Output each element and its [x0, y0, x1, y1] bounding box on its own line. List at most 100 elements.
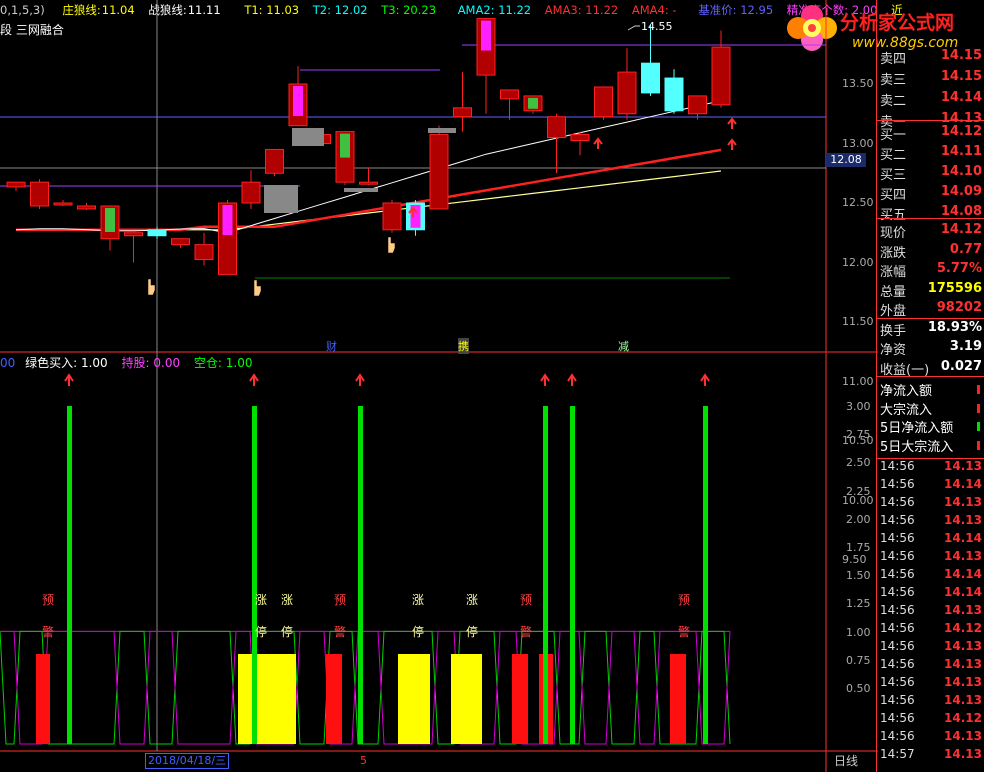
candle-body[interactable]	[382, 202, 402, 231]
candle-body[interactable]	[664, 77, 684, 112]
flow-row: 大宗流入	[878, 399, 984, 418]
green-buy-bar[interactable]	[703, 406, 708, 744]
candle-highlight	[340, 133, 350, 158]
signal-arrow-icon	[249, 373, 259, 386]
limit-up-bar[interactable]	[451, 654, 482, 744]
limit-up-text: 涨	[466, 592, 478, 607]
tick-time: 14:57	[880, 747, 915, 761]
quote-label: 总量	[880, 284, 907, 300]
limit-up-text: 涨	[281, 592, 293, 607]
quote-value: 14.15	[940, 48, 982, 63]
warning-bar[interactable]	[670, 654, 686, 744]
stat-row: 换手 18.93%	[878, 320, 984, 339]
tick-row: 14:56 14.13	[878, 729, 984, 747]
limit-up-bar[interactable]	[238, 654, 296, 744]
period-button[interactable]: 日线	[834, 752, 858, 769]
green-buy-bar[interactable]	[358, 406, 363, 744]
candle-body[interactable]	[711, 46, 731, 106]
candle-body[interactable]	[688, 95, 707, 115]
gray-block	[264, 185, 298, 213]
warning-text: 预	[334, 593, 346, 607]
tick-row: 14:56 14.12	[878, 711, 984, 729]
hold-value: 持股: 0.00	[121, 356, 181, 370]
candle-body[interactable]	[194, 244, 214, 261]
tick-time: 14:56	[880, 711, 915, 725]
peak-label: 14.55	[641, 20, 673, 33]
signal-arrow-icon	[567, 373, 577, 386]
stat-row: 净资 3.19	[878, 339, 984, 358]
tick-row: 14:56 14.14	[878, 531, 984, 549]
stat-row: 外盘 98202	[878, 300, 984, 319]
event-marker-xie[interactable]: 携	[458, 338, 469, 354]
tick-price: 14.13	[944, 675, 982, 689]
candle-body[interactable]	[547, 116, 566, 139]
candle-body[interactable]	[6, 181, 26, 188]
quote-value: 98202	[936, 300, 982, 315]
candle-body[interactable]	[241, 181, 261, 204]
limit-up-bar[interactable]	[398, 654, 430, 744]
warning-text: 警	[678, 624, 690, 639]
tick-row: 14:56 14.13	[878, 549, 984, 567]
hand-pointer-icon[interactable]	[147, 278, 156, 296]
candle-body[interactable]	[77, 205, 96, 210]
quote-label: 涨幅	[880, 265, 907, 280]
candle-body[interactable]	[53, 202, 73, 206]
candle-body[interactable]	[641, 62, 660, 94]
quote-label: 净资	[880, 343, 907, 358]
candlestick-chart[interactable]: 14.55 预警 预警 预警 预警 涨停 涨停 涨停 涨停	[0, 0, 878, 772]
green-buy-bar[interactable]	[543, 406, 548, 744]
quote-label: 买五	[880, 208, 907, 223]
bottom-marker: 5	[360, 754, 367, 767]
flow-indicator	[977, 422, 980, 431]
quote-label: 卖三	[880, 73, 907, 88]
buy-row: 买二 14.11	[878, 144, 984, 163]
candle-body[interactable]	[570, 134, 590, 142]
gray-block	[292, 128, 324, 146]
warning-text: 预	[42, 593, 54, 607]
tick-price: 14.13	[944, 549, 982, 563]
candle-body[interactable]	[147, 229, 167, 237]
tick-price: 14.13	[944, 639, 982, 653]
candle-body[interactable]	[617, 71, 637, 115]
tick-row: 14:56 14.13	[878, 693, 984, 711]
tick-price: 14.13	[944, 513, 982, 527]
hand-pointer-icon[interactable]	[387, 236, 396, 254]
quote-value: 175596	[927, 280, 982, 296]
hand-pointer-icon[interactable]	[253, 279, 262, 297]
quote-label: 买二	[880, 148, 907, 163]
quote-value: 14.10	[940, 164, 982, 179]
candle-body[interactable]	[265, 148, 284, 174]
green-buy-bar[interactable]	[67, 406, 72, 744]
buy-row: 买一 14.12	[878, 124, 984, 143]
buy-row: 买三 14.10	[878, 164, 984, 183]
event-marker-jian[interactable]: 减	[618, 338, 629, 354]
quote-label: 涨跌	[880, 245, 907, 261]
limit-up-text: 涨	[255, 592, 267, 607]
flow-indicator	[977, 385, 980, 394]
candle-body[interactable]	[124, 232, 143, 237]
warning-text: 警	[42, 624, 54, 639]
candle-body[interactable]	[594, 86, 613, 118]
quote-value: 14.15	[940, 69, 982, 84]
warning-bar[interactable]	[36, 654, 50, 744]
warning-bar[interactable]	[512, 654, 528, 744]
hold-position-line	[0, 630, 731, 745]
indicator-prefix: 00	[0, 356, 16, 370]
quote-value: 14.12	[940, 222, 982, 237]
event-marker-cai[interactable]: 财	[326, 338, 337, 354]
candle-body[interactable]	[429, 134, 449, 210]
green-buy-bar[interactable]	[570, 406, 575, 744]
limit-up-text: 停	[255, 624, 267, 639]
warning-bar[interactable]	[326, 654, 342, 744]
tick-price: 14.13	[944, 603, 982, 617]
candle-body[interactable]	[171, 238, 190, 246]
flow-row: 净流入额	[878, 380, 984, 399]
candle-highlight	[222, 205, 233, 235]
green-buy-bar[interactable]	[252, 406, 257, 744]
candle-body[interactable]	[30, 181, 49, 207]
candle-body[interactable]	[453, 107, 472, 118]
candle-body[interactable]	[500, 89, 519, 100]
candle-body[interactable]	[359, 181, 378, 185]
signal-arrow-icon	[355, 373, 365, 386]
empty-value: 空仓: 1.00	[193, 356, 253, 370]
